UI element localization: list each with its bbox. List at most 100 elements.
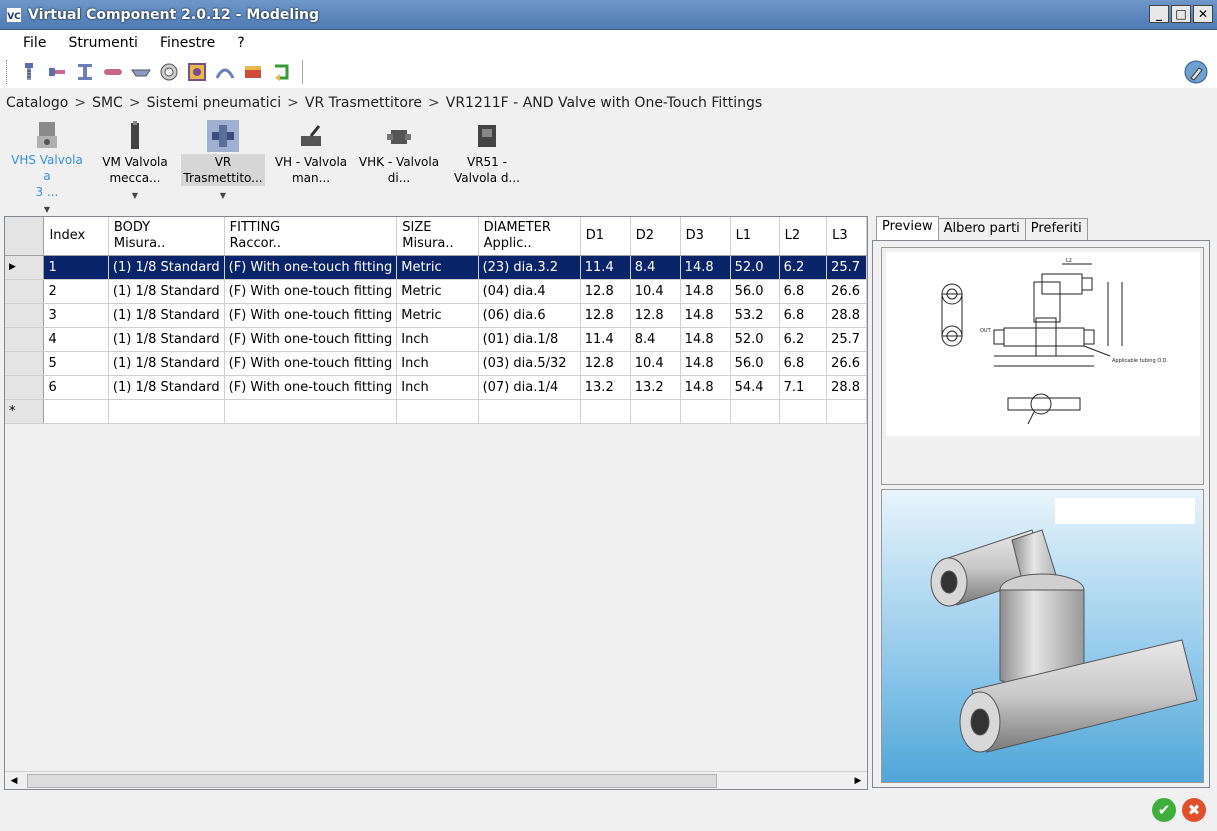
column-header[interactable]: BODY Misura.. [108,217,225,256]
column-header[interactable]: Index [43,217,109,256]
chevron-down-icon[interactable]: ▼ [132,188,138,204]
grid-cell[interactable]: (F) With one-touch fitting [224,279,398,304]
column-header[interactable]: L2 [779,217,828,256]
grid-cell[interactable]: (F) With one-touch fitting [224,255,398,280]
grid-cell[interactable]: Metric [396,303,479,328]
grid-cell[interactable]: (06) dia.6 [478,303,581,328]
clamp-icon[interactable] [212,59,238,85]
grid-cell[interactable]: 1 [43,255,109,280]
gallery-item-vh[interactable]: VH - Valvola man... [268,120,354,210]
grid-cell[interactable]: Inch [396,375,479,400]
grid-cell[interactable]: (07) dia.1/4 [478,375,581,400]
grid-cell[interactable]: 12.8 [630,303,681,328]
grid-cell[interactable]: Inch [396,327,479,352]
grid-cell[interactable]: 10.4 [630,351,681,376]
grid-cell[interactable]: 25.7 [826,255,867,280]
grid-cell[interactable]: (1) 1/8 Standard [108,303,225,328]
grid-cell[interactable]: 4 [43,327,109,352]
grid-cell[interactable]: 14.8 [680,327,731,352]
screw-icon[interactable] [44,59,70,85]
grid-cell[interactable]: (1) 1/8 Standard [108,375,225,400]
grid-cell[interactable] [680,399,731,424]
grid-cell[interactable]: 52.0 [730,255,780,280]
grid-cell[interactable]: (03) dia.5/32 [478,351,581,376]
table-row[interactable]: 4 (1) 1/8 Standard (F) With one-touch fitt… [5,327,867,352]
scroll-left-icon[interactable]: ◀ [5,772,23,790]
column-header[interactable]: L1 [730,217,780,256]
menu-strumenti[interactable]: Strumenti [57,35,149,51]
column-header[interactable]: DIAMETER Applic.. [478,217,581,256]
grid-cell[interactable]: (01) dia.1/8 [478,327,581,352]
new-row[interactable]: * [5,399,867,424]
grid-cell[interactable]: 56.0 [730,279,780,304]
grid-cell[interactable]: 28.8 [826,303,867,328]
gallery-item-vr51[interactable]: VR51 - Valvola d... [444,120,530,210]
grid-cell[interactable]: 13.2 [580,375,631,400]
grid-cell[interactable]: Inch [396,351,479,376]
table-row[interactable]: 6 (1) 1/8 Standard (F) With one-touch fitt… [5,375,867,400]
menu-file[interactable]: File [12,35,57,51]
chevron-down-icon[interactable]: ▼ [220,188,226,204]
column-header[interactable]: SIZE Misura.. [396,217,479,256]
arrow-part-icon[interactable] [268,59,294,85]
grid-cell[interactable] [630,399,681,424]
table-row[interactable]: ▶ 1 (1) 1/8 Standard (F) With one-touch fit… [5,255,867,280]
toolbar-grip[interactable] [6,60,10,84]
grid-cell[interactable]: 12.8 [580,351,631,376]
grid-cell[interactable] [396,399,479,424]
breadcrumb-item[interactable]: Sistemi pneumatici [147,95,282,111]
column-header[interactable]: D3 [680,217,731,256]
grid-cell[interactable]: 14.8 [680,351,731,376]
profile-icon[interactable] [240,59,266,85]
column-header[interactable]: FITTING Raccor.. [224,217,398,256]
grid-cell[interactable]: Metric [396,255,479,280]
bolt-icon[interactable] [16,59,42,85]
grid-cell[interactable] [224,399,398,424]
gallery-item-vr[interactable]: VR Trasmettito... ▼ [180,120,266,210]
grid-cell[interactable]: 12.8 [580,279,631,304]
scroll-right-icon[interactable]: ▶ [849,772,867,790]
tab-preview[interactable]: Preview [876,216,939,240]
grid-cell[interactable]: 11.4 [580,327,631,352]
table-row[interactable]: 2 (1) 1/8 Standard (F) With one-touch fitt… [5,279,867,304]
help-wizard-icon[interactable] [1183,59,1209,85]
column-header[interactable]: L3 [826,217,867,256]
grid-cell[interactable]: 2 [43,279,109,304]
grid-cell[interactable]: 12.8 [580,303,631,328]
row-header[interactable] [5,327,45,352]
gallery-item-vhk[interactable]: VHK - Valvola di... [356,120,442,210]
grid-cell[interactable]: (1) 1/8 Standard [108,327,225,352]
maximize-button[interactable]: □ [1171,5,1191,23]
grid-cell[interactable] [478,399,581,424]
menu-finestre[interactable]: Finestre [149,35,226,51]
grid-cell[interactable]: 3 [43,303,109,328]
grid-cell[interactable]: 10.4 [630,279,681,304]
breadcrumb-item[interactable]: VR Trasmettitore [305,95,422,111]
ring-icon[interactable] [156,59,182,85]
grid-cell[interactable] [826,399,867,424]
grid-cell[interactable]: 52.0 [730,327,780,352]
column-header[interactable]: D1 [580,217,631,256]
breadcrumb-item[interactable]: SMC [92,95,123,111]
grid-cell[interactable]: Metric [396,279,479,304]
grid-cell[interactable]: 26.6 [826,279,867,304]
grid-cell[interactable]: (F) With one-touch fitting [224,351,398,376]
tab-preferiti[interactable]: Preferiti [1024,218,1088,240]
grid-cell[interactable]: (F) With one-touch fitting [224,327,398,352]
horizontal-scrollbar[interactable]: ◀ ▶ [5,771,867,789]
minimize-button[interactable]: _ [1149,5,1169,23]
gallery-item-vm[interactable]: VM Valvola mecca... ▼ [92,120,178,210]
menu-help[interactable]: ? [226,35,255,51]
grid-cell[interactable]: (F) With one-touch fitting [224,303,398,328]
grid-cell[interactable]: (1) 1/8 Standard [108,351,225,376]
grid-cell[interactable]: (F) With one-touch fitting [224,375,398,400]
grid-cell[interactable]: 8.4 [630,255,681,280]
table-row[interactable]: 3 (1) 1/8 Standard (F) With one-touch fitt… [5,303,867,328]
grid-cell[interactable]: (04) dia.4 [478,279,581,304]
ok-button[interactable]: ✔ [1152,798,1176,822]
grid-cell[interactable]: 53.2 [730,303,780,328]
grid-cell[interactable]: 8.4 [630,327,681,352]
breadcrumb-item[interactable]: Catalogo [6,95,68,111]
grid-cell[interactable]: 25.7 [826,327,867,352]
grid-cell[interactable]: 14.8 [680,303,731,328]
